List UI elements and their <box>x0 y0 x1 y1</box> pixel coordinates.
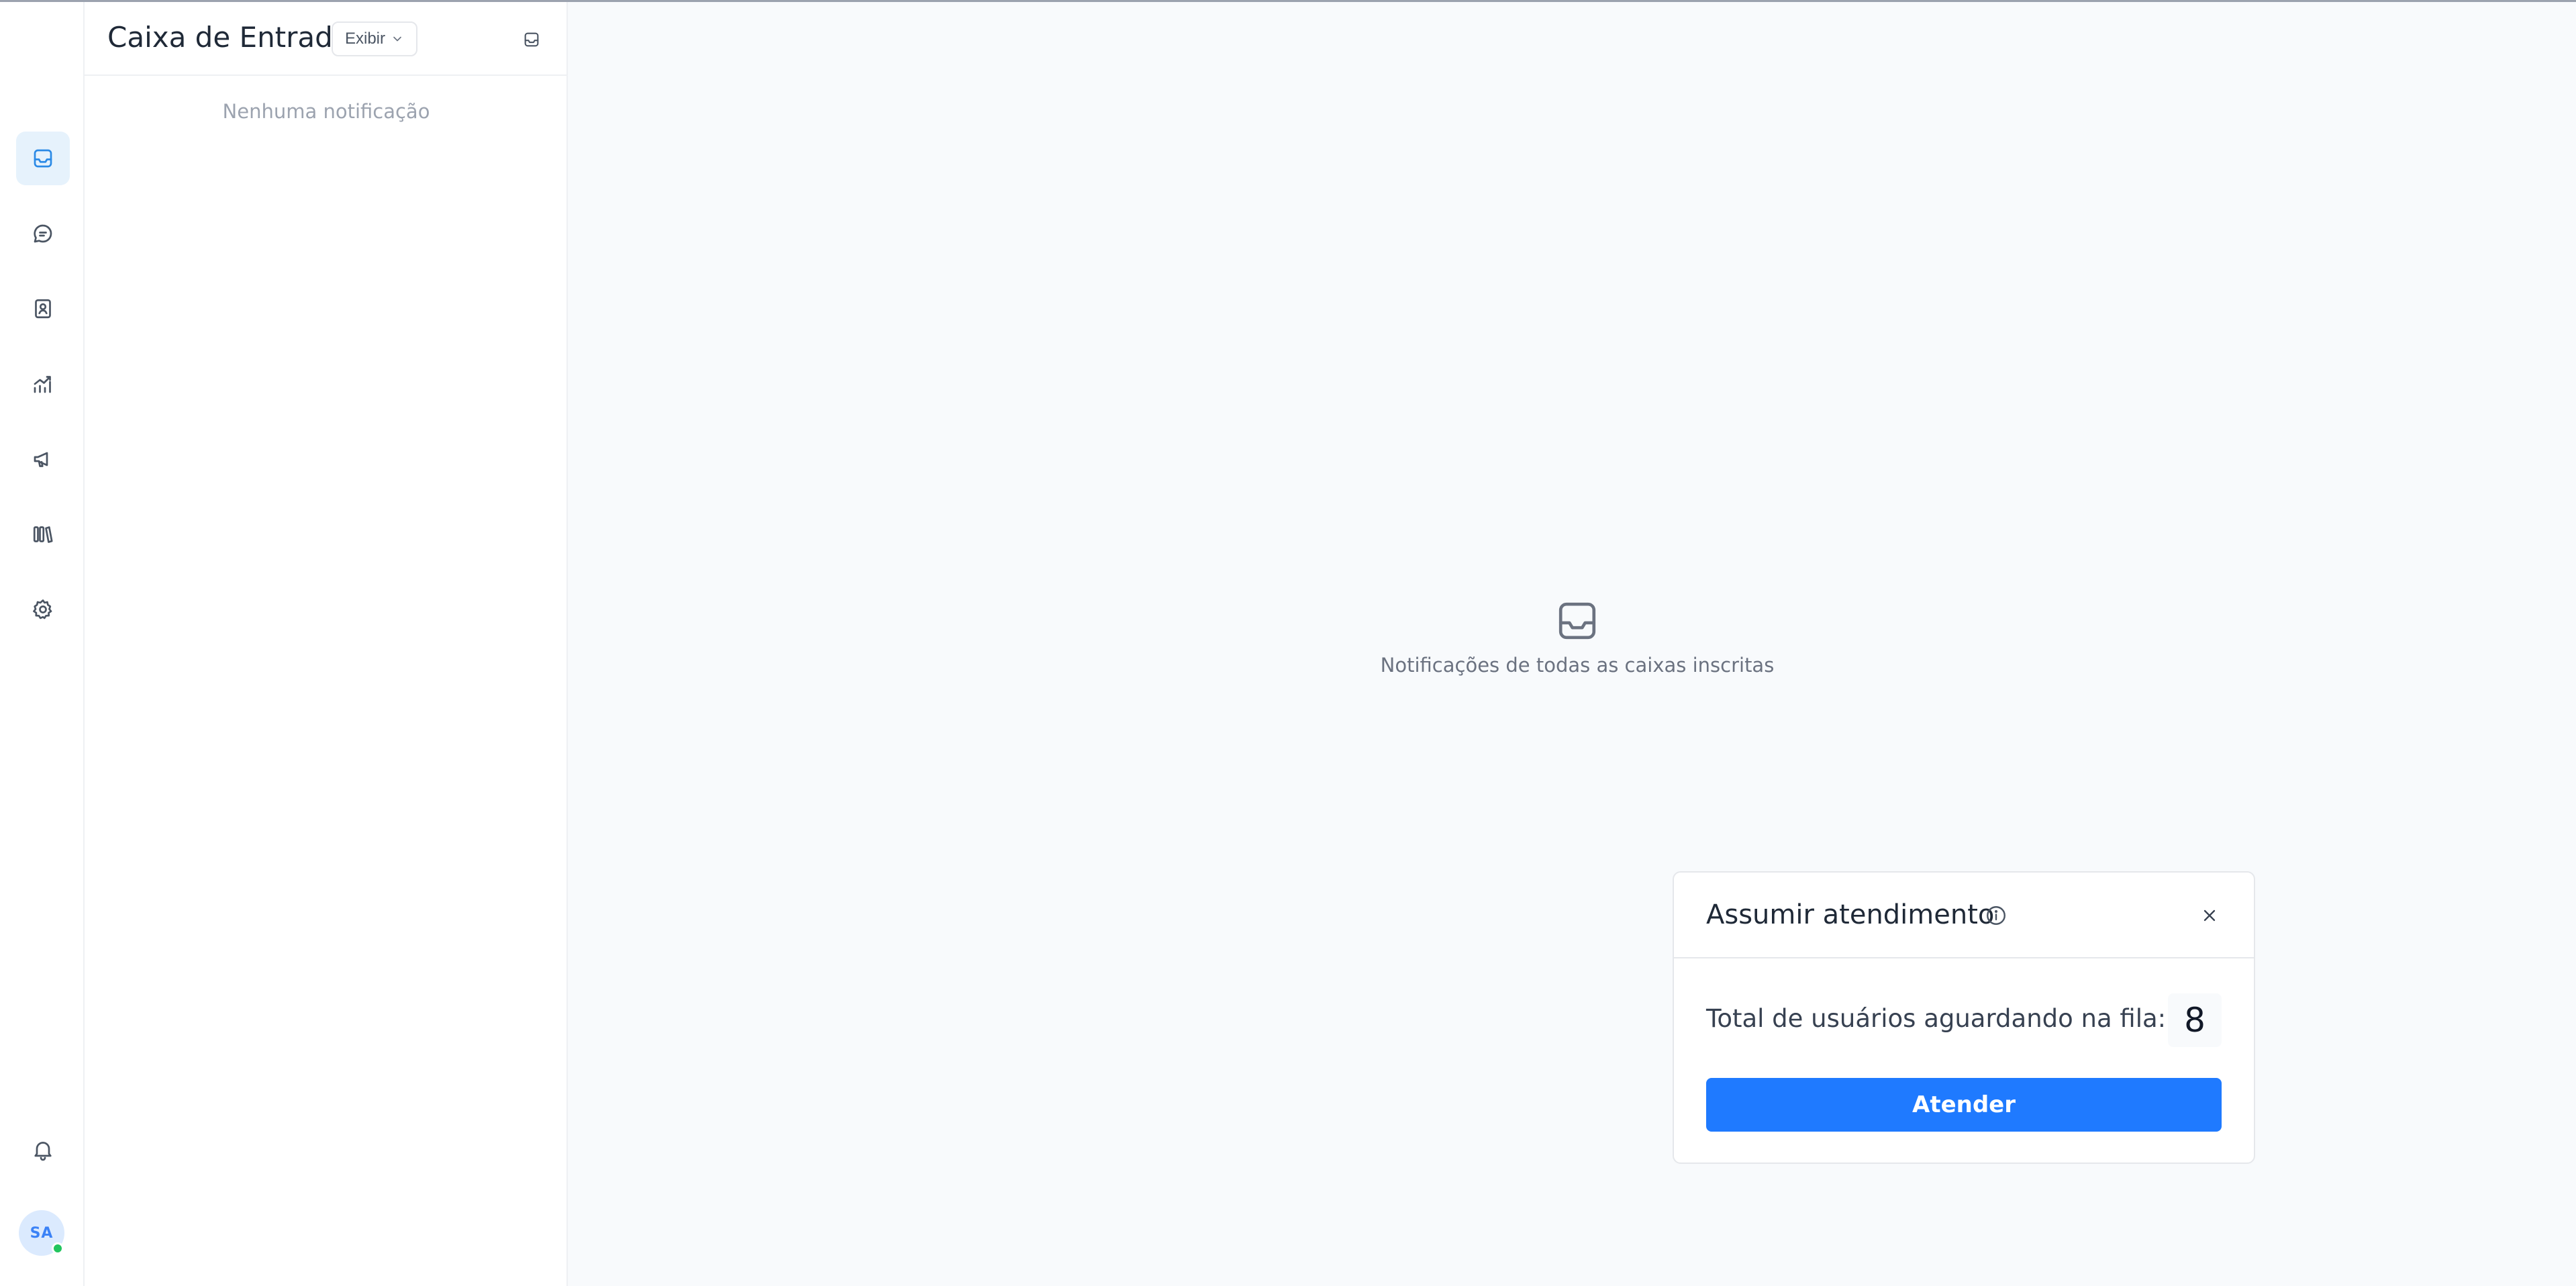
attend-button[interactable]: Atender <box>1706 1078 2222 1132</box>
notifications-panel: Caixa de Entrada Exibir Nenhuma notifica… <box>85 2 568 1286</box>
info-icon[interactable] <box>1984 903 2008 928</box>
contacts-icon <box>35 299 51 319</box>
inbox-icon <box>34 149 52 168</box>
queue-card-title: Assumir atendimento <box>1706 899 1995 930</box>
queue-waiting-label: Total de usuários aguardando na fila: <box>1706 1004 2167 1033</box>
sidebar-rail: SA <box>0 2 85 1286</box>
sidebar-item-campaigns[interactable] <box>16 432 70 486</box>
sidebar-item-conversations[interactable] <box>16 207 70 260</box>
notifications-button[interactable] <box>16 1123 70 1177</box>
megaphone-icon <box>34 452 48 467</box>
empty-state-text: Notificações de todas as caixas inscrita… <box>1380 654 1775 677</box>
sidebar-item-library[interactable] <box>16 507 70 561</box>
close-icon <box>2203 909 2216 922</box>
gear-icon <box>33 599 52 620</box>
empty-state: Notificações de todas as caixas inscrita… <box>1275 597 1879 677</box>
page-title: Caixa de Entrada <box>107 21 350 54</box>
online-status-dot <box>52 1242 64 1254</box>
sidebar-item-contacts[interactable] <box>16 282 70 336</box>
sidebar-item-inbox[interactable] <box>16 132 70 185</box>
bell-icon <box>34 1142 52 1161</box>
close-button[interactable] <box>2196 902 2223 929</box>
view-filter-label: Exibir <box>344 30 385 48</box>
chart-icon <box>34 376 51 393</box>
queue-count: 8 <box>2168 993 2222 1047</box>
inbox-icon <box>524 32 539 47</box>
avatar-initials: SA <box>30 1224 54 1242</box>
view-filter-button[interactable]: Exibir <box>332 21 417 56</box>
inbox-icon <box>1558 602 1596 640</box>
chevron-down-icon <box>393 36 401 42</box>
sidebar-item-reports[interactable] <box>16 357 70 411</box>
panel-header: Caixa de Entrada Exibir <box>85 2 568 76</box>
empty-notifications-text: Nenhuma notificação <box>222 100 430 123</box>
queue-card-header: Assumir atendimento <box>1674 873 2254 958</box>
inbox-view-button[interactable] <box>521 29 542 50</box>
queue-card: Assumir atendimento Total de usuários ag… <box>1673 871 2255 1164</box>
library-icon <box>33 526 53 543</box>
chat-icon <box>34 224 52 243</box>
sidebar-item-settings[interactable] <box>16 583 70 636</box>
